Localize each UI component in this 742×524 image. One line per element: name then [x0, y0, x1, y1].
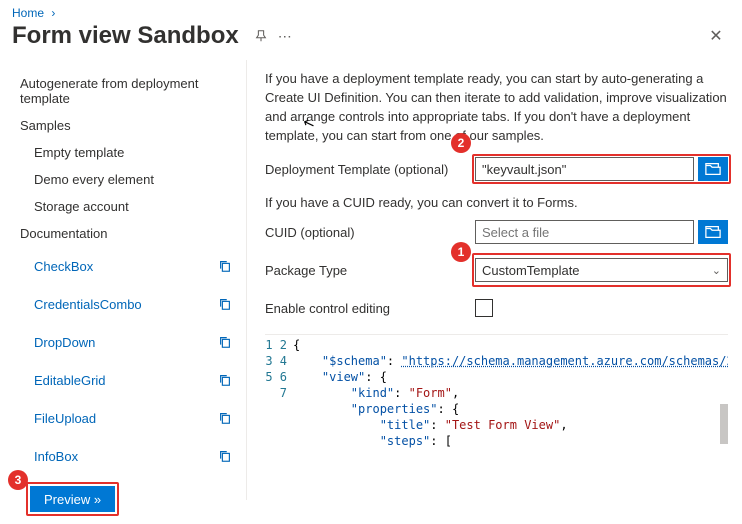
cuid-input[interactable] [475, 220, 694, 244]
sidebar-item-demo-every[interactable]: Demo every element [20, 166, 242, 193]
more-icon[interactable]: ⋯ [273, 24, 297, 48]
sidebar-item-label: FileUpload [34, 411, 96, 426]
sidebar-item-label: DropDown [34, 335, 95, 350]
sidebar-item-label: InfoBox [34, 449, 78, 464]
code-content: { "$schema": "https://schema.management.… [293, 335, 728, 450]
sidebar: Autogenerate from deployment template Sa… [0, 60, 246, 500]
deployment-template-browse-button[interactable] [698, 157, 728, 181]
code-scrollbar-thumb[interactable] [720, 404, 728, 444]
footer: 3 Preview » [0, 482, 115, 524]
intro-text: If you have a deployment template ready,… [265, 70, 728, 145]
sidebar-item-label: Demo every element [34, 172, 154, 187]
code-editor[interactable]: 1 2 3 4 5 6 7 { "$schema": "https://sche… [265, 334, 728, 450]
row-deployment-template: Deployment Template (optional) 2 [265, 157, 728, 181]
deployment-template-input[interactable] [475, 157, 694, 181]
page-title: Form view Sandbox [12, 22, 239, 50]
breadcrumb: Home › [0, 0, 742, 20]
sidebar-item-storage-account[interactable]: Storage account [20, 193, 242, 220]
pin-icon[interactable] [249, 24, 273, 48]
callout-1: 1 [451, 242, 471, 262]
sidebar-group-samples: Samples [20, 112, 242, 139]
cuid-browse-button[interactable] [698, 220, 728, 244]
code-gutter: 1 2 3 4 5 6 7 [265, 335, 293, 450]
row-package-type: Package Type 1 CustomTemplate ⌄ [265, 258, 728, 282]
sidebar-item-label: CredentialsCombo [34, 297, 142, 312]
enable-control-editing-label: Enable control editing [265, 301, 475, 316]
package-type-value: CustomTemplate [482, 263, 580, 278]
package-type-dropdown[interactable]: CustomTemplate ⌄ [475, 258, 728, 282]
package-type-label: Package Type [265, 263, 475, 278]
deployment-template-label: Deployment Template (optional) [265, 162, 475, 177]
cuid-label: CUID (optional) [265, 225, 475, 240]
row-cuid: CUID (optional) [265, 220, 728, 244]
sidebar-item-infobox[interactable]: InfoBox [20, 437, 242, 475]
sidebar-group-documentation: Documentation [20, 220, 242, 247]
sidebar-group-autogen[interactable]: Autogenerate from deployment template [20, 70, 242, 112]
sidebar-item-dropdown[interactable]: DropDown [20, 323, 242, 361]
sidebar-item-checkbox[interactable]: CheckBox [20, 247, 242, 285]
breadcrumb-home[interactable]: Home [12, 6, 44, 20]
main-pane: If you have a deployment template ready,… [246, 60, 742, 500]
sidebar-item-empty-template[interactable]: Empty template [20, 139, 242, 166]
close-icon[interactable]: ✕ [702, 22, 730, 50]
copy-icon[interactable] [212, 443, 238, 469]
sidebar-item-label: Storage account [34, 199, 129, 214]
copy-icon[interactable] [212, 329, 238, 355]
sidebar-item-label: Empty template [34, 145, 124, 160]
page-header: Form view Sandbox ⋯ ✕ [0, 20, 742, 60]
chevron-down-icon: ⌄ [712, 264, 721, 277]
sidebar-item-label: EditableGrid [34, 373, 106, 388]
sidebar-item-label: CheckBox [34, 259, 93, 274]
sidebar-item-credentialscombo[interactable]: CredentialsCombo [20, 285, 242, 323]
chevron-right-icon: › [51, 6, 55, 20]
cuid-note: If you have a CUID ready, you can conver… [265, 195, 728, 210]
sidebar-item-fileupload[interactable]: FileUpload [20, 399, 242, 437]
row-enable-control-editing: Enable control editing [265, 296, 728, 320]
copy-icon[interactable] [212, 367, 238, 393]
preview-button[interactable]: Preview » [30, 486, 115, 512]
enable-control-editing-checkbox[interactable] [475, 299, 493, 317]
copy-icon[interactable] [212, 405, 238, 431]
copy-icon[interactable] [212, 291, 238, 317]
sidebar-item-editablegrid[interactable]: EditableGrid [20, 361, 242, 399]
copy-icon[interactable] [212, 253, 238, 279]
